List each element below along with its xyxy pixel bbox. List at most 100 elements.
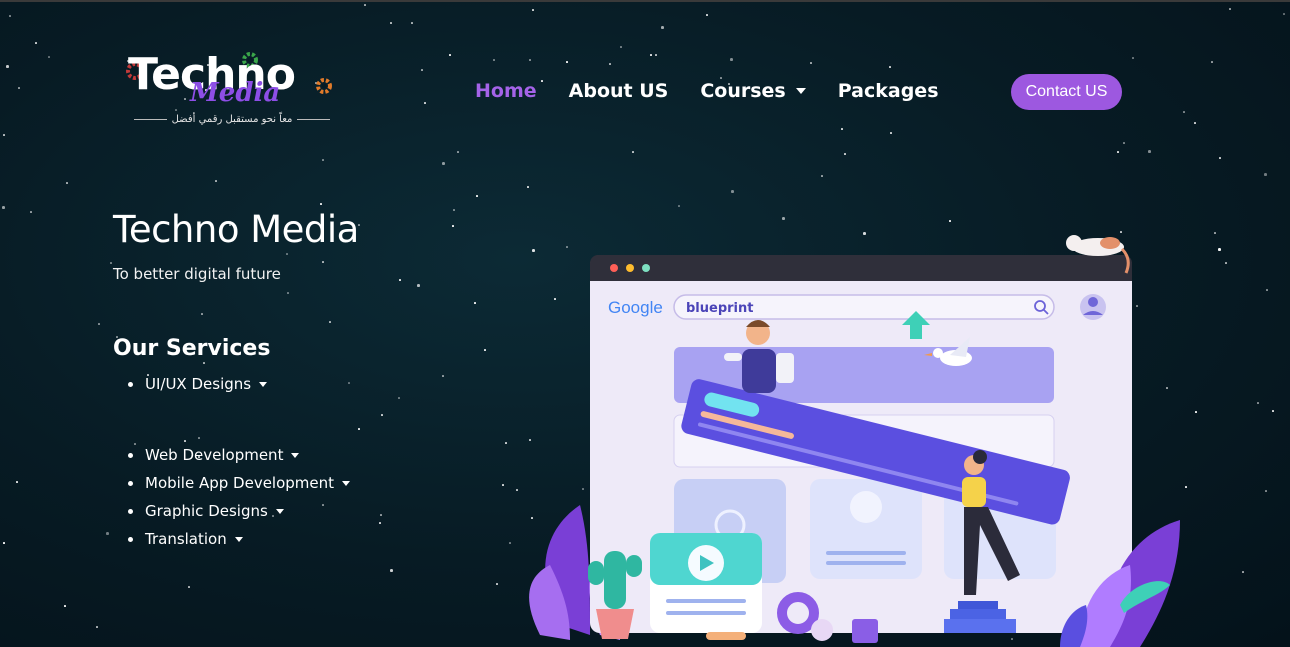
star-dot bbox=[215, 180, 217, 182]
nav-packages[interactable]: Packages bbox=[838, 80, 939, 102]
logo-subword: Media bbox=[190, 78, 281, 108]
star-dot bbox=[632, 151, 634, 153]
star-dot bbox=[64, 605, 66, 607]
star-dot bbox=[110, 262, 112, 264]
star-dot bbox=[1211, 61, 1213, 63]
hero-illustration: Google blueprint bbox=[529, 235, 1180, 647]
star-dot bbox=[9, 15, 11, 17]
gear-icon bbox=[316, 78, 332, 94]
star-dot bbox=[424, 102, 426, 104]
star-dot bbox=[96, 626, 98, 628]
star-dot bbox=[720, 77, 722, 79]
star-dot bbox=[844, 153, 846, 155]
avatar-icon bbox=[1080, 294, 1106, 320]
search-query: blueprint bbox=[686, 301, 753, 316]
site-logo[interactable]: Techno Media معاً نحو مستقبل رقمي أفضل bbox=[124, 48, 339, 128]
cylinder-illustration bbox=[852, 619, 878, 643]
logo-tagline: معاً نحو مستقبل رقمي أفضل bbox=[134, 114, 330, 125]
star-dot bbox=[1183, 111, 1185, 113]
star-dot bbox=[889, 66, 891, 68]
hero-title: Techno Media bbox=[113, 208, 359, 251]
bullet-icon bbox=[128, 536, 133, 542]
star-dot bbox=[106, 532, 109, 535]
star-dot bbox=[6, 65, 9, 68]
star-dot bbox=[442, 375, 444, 377]
bullet-icon bbox=[128, 508, 133, 514]
star-dot bbox=[35, 42, 37, 44]
chevron-down-icon bbox=[275, 508, 284, 514]
star-dot bbox=[320, 203, 322, 205]
star-dot bbox=[98, 323, 100, 325]
services-list: Web Development Mobile App Development G… bbox=[128, 441, 351, 553]
star-dot bbox=[527, 186, 529, 188]
star-dot bbox=[457, 151, 459, 153]
service-label: Web Development bbox=[145, 446, 284, 464]
ball-illustration bbox=[811, 619, 833, 641]
star-dot bbox=[66, 182, 68, 184]
star-dot bbox=[810, 62, 812, 64]
window-close-dot bbox=[610, 264, 618, 272]
service-item-web[interactable]: Web Development bbox=[128, 441, 350, 469]
star-dot bbox=[322, 261, 324, 263]
star-dot bbox=[201, 313, 203, 315]
contact-button[interactable]: Contact US bbox=[1011, 74, 1122, 110]
star-dot bbox=[1257, 402, 1259, 404]
star-dot bbox=[529, 59, 531, 61]
star-dot bbox=[493, 59, 495, 61]
star-dot bbox=[2, 206, 5, 209]
star-dot bbox=[1265, 490, 1267, 492]
nav-packages-label: Packages bbox=[837, 80, 939, 102]
star-dot bbox=[890, 132, 892, 134]
star-dot bbox=[452, 225, 454, 227]
main-nav: Home About US Courses Packages bbox=[475, 80, 939, 102]
service-label: Graphic Designs bbox=[145, 502, 268, 520]
bullet-icon bbox=[128, 480, 133, 486]
star-dot bbox=[1117, 151, 1119, 153]
star-dot bbox=[3, 542, 5, 544]
chevron-down-icon bbox=[234, 536, 243, 542]
star-dot bbox=[650, 54, 652, 56]
star-dot bbox=[322, 159, 324, 161]
star-dot bbox=[198, 437, 200, 439]
star-dot bbox=[509, 542, 511, 544]
nav-home[interactable]: Home bbox=[475, 80, 537, 102]
star-dot bbox=[484, 349, 486, 351]
star-dot bbox=[1132, 57, 1134, 59]
nav-about[interactable]: About US bbox=[569, 80, 669, 102]
star-dot bbox=[655, 54, 657, 56]
star-dot bbox=[3, 134, 5, 136]
service-label: UI/UX Designs bbox=[145, 375, 252, 393]
star-dot bbox=[442, 162, 445, 165]
service-item-graphic[interactable]: Graphic Designs bbox=[128, 497, 350, 525]
bullet-icon bbox=[128, 381, 133, 387]
star-dot bbox=[1225, 262, 1227, 264]
star-dot bbox=[399, 279, 401, 281]
star-dot bbox=[532, 9, 534, 11]
service-item-mobile[interactable]: Mobile App Development bbox=[128, 469, 351, 497]
service-item-uiux[interactable]: UI/UX Designs bbox=[128, 370, 268, 398]
services-heading: Our Services bbox=[113, 336, 271, 361]
star-dot bbox=[502, 484, 504, 486]
video-card-illustration bbox=[650, 533, 762, 633]
service-item-translation[interactable]: Translation bbox=[128, 525, 350, 553]
star-dot bbox=[841, 128, 843, 130]
chevron-down-icon bbox=[795, 88, 806, 94]
star-dot bbox=[417, 284, 420, 287]
star-dot bbox=[620, 46, 622, 48]
star-dot bbox=[1219, 157, 1221, 159]
star-dot bbox=[379, 522, 381, 524]
star-dot bbox=[1272, 410, 1274, 412]
star-dot bbox=[516, 489, 518, 491]
service-label: Translation bbox=[145, 530, 227, 548]
star-dot bbox=[449, 54, 451, 56]
star-dot bbox=[566, 61, 568, 63]
search-brand-logo: Google bbox=[608, 298, 663, 317]
star-dot bbox=[203, 362, 205, 364]
star-dot bbox=[1229, 8, 1231, 10]
star-dot bbox=[474, 302, 476, 304]
star-dot bbox=[48, 56, 50, 58]
star-dot bbox=[476, 195, 478, 197]
star-dot bbox=[188, 586, 190, 588]
star-dot bbox=[381, 414, 383, 416]
nav-courses[interactable]: Courses bbox=[700, 80, 806, 102]
